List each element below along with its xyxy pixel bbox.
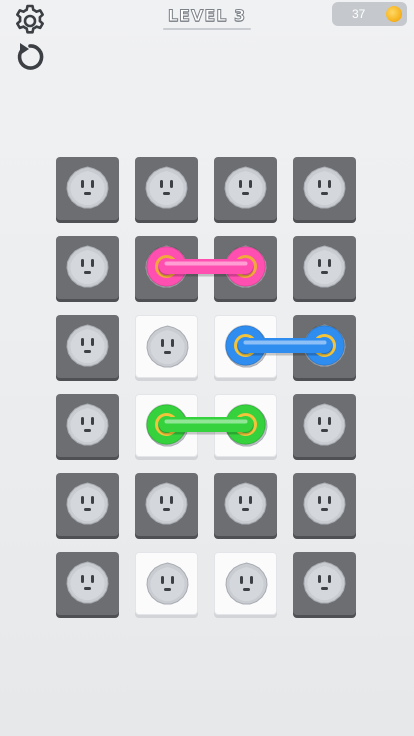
socket-icon[interactable] [225,562,268,605]
socket-icon[interactable] [224,482,267,525]
socket-icon[interactable] [66,403,109,446]
socket-icon[interactable] [66,324,109,367]
tile-r4-c2[interactable] [214,473,277,536]
socket-icon[interactable] [146,325,189,368]
socket-icon[interactable] [303,166,346,209]
tile-r5-c0[interactable] [56,552,119,615]
socket-icon[interactable] [145,482,188,525]
tile-r3-c2[interactable] [214,394,277,457]
tile-r3-c0[interactable] [56,394,119,457]
tile-r1-c0[interactable] [56,236,119,299]
socket-icon[interactable] [66,166,109,209]
tile-r4-c3[interactable] [293,473,356,536]
socket-icon[interactable] [303,324,346,367]
tile-r1-c2[interactable] [214,236,277,299]
socket-icon[interactable] [224,166,267,209]
socket-icon[interactable] [146,404,189,447]
tile-r2-c1[interactable] [135,315,198,378]
tile-r3-c3[interactable] [293,394,356,457]
tile-r2-c2[interactable] [214,315,277,378]
tile-r4-c0[interactable] [56,473,119,536]
socket-icon[interactable] [303,403,346,446]
socket-icon[interactable] [146,562,189,605]
socket-icon[interactable] [66,561,109,604]
tile-r3-c1[interactable] [135,394,198,457]
tile-r0-c3[interactable] [293,157,356,220]
socket-icon[interactable] [145,245,188,288]
tile-r4-c1[interactable] [135,473,198,536]
socket-icon[interactable] [225,325,268,368]
tile-r2-c3[interactable] [293,315,356,378]
tile-r0-c0[interactable] [56,157,119,220]
socket-icon[interactable] [66,482,109,525]
tile-r1-c1[interactable] [135,236,198,299]
socket-icon[interactable] [303,482,346,525]
tile-r5-c3[interactable] [293,552,356,615]
tile-r1-c3[interactable] [293,236,356,299]
socket-icon[interactable] [303,245,346,288]
game-board [0,0,414,736]
socket-icon[interactable] [225,404,268,447]
socket-icon[interactable] [145,166,188,209]
tile-r5-c1[interactable] [135,552,198,615]
socket-icon[interactable] [303,561,346,604]
socket-icon[interactable] [224,245,267,288]
tile-r0-c1[interactable] [135,157,198,220]
tile-r5-c2[interactable] [214,552,277,615]
tile-r0-c2[interactable] [214,157,277,220]
tile-r2-c0[interactable] [56,315,119,378]
socket-icon[interactable] [66,245,109,288]
